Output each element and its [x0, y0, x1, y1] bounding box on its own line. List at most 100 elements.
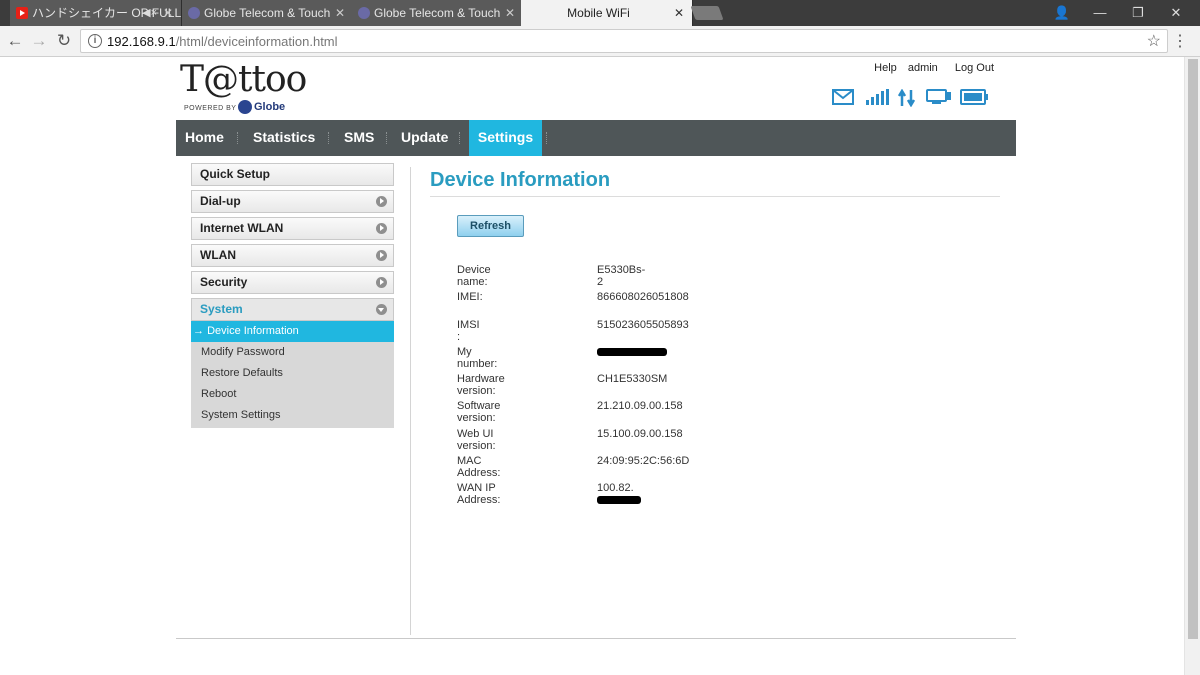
footer-divider: [176, 638, 1016, 639]
url-text: 192.168.9.1/html/deviceinformation.html: [107, 34, 338, 49]
sidebar-item-dial-up[interactable]: Dial-up: [191, 190, 394, 213]
info-label: MAC Address:: [457, 455, 501, 480]
info-label: Hardware version:: [457, 373, 505, 398]
speaker-muted-icon[interactable]: ◀×: [142, 0, 157, 26]
info-label: IMEI:: [457, 291, 483, 304]
info-value: [597, 346, 667, 358]
new-tab-button[interactable]: [690, 6, 724, 20]
sidebar-item-label: Quick Setup: [200, 167, 271, 181]
scrollbar[interactable]: [1184, 57, 1200, 675]
youtube-icon: [16, 7, 28, 19]
url-input[interactable]: i 192.168.9.1/html/deviceinformation.htm…: [80, 29, 1168, 53]
globe-icon: [188, 7, 200, 19]
info-value: 21.210.09.00.158: [597, 400, 683, 413]
chevron-right-icon: [376, 223, 387, 234]
globe-brand: Globe: [238, 100, 285, 114]
close-icon[interactable]: ✕: [163, 0, 173, 26]
logo-text: T@ttoo: [180, 59, 307, 100]
nav-separator: [459, 132, 461, 144]
info-icon[interactable]: i: [88, 34, 102, 48]
browser-tab[interactable]: Globe Telecom & Touch ✕: [182, 0, 354, 26]
nav-separator: [237, 132, 239, 144]
close-icon[interactable]: ✕: [335, 0, 345, 26]
url-host: 192.168.9.1: [107, 34, 176, 49]
admin-label: admin: [907, 62, 938, 74]
battery-icon: [960, 89, 988, 105]
main-nav: Home Statistics SMS Update Settings: [176, 120, 1016, 156]
browser-tab-active[interactable]: Mobile WiFi ✕: [521, 0, 693, 26]
close-icon[interactable]: ✕: [674, 0, 684, 26]
address-bar: ← → ↻ i 192.168.9.1/html/deviceinformati…: [0, 26, 1200, 57]
scrollbar-thumb[interactable]: [1188, 59, 1198, 639]
info-label: Web UI version:: [457, 427, 496, 452]
tab-title: Globe Telecom & Touch: [204, 6, 331, 20]
browser-menu-icon[interactable]: ⋮: [1172, 31, 1188, 51]
sidebar-item-internet-wlan[interactable]: Internet WLAN: [191, 217, 394, 240]
tab-title: ハンドシェイカー OP FULL: [32, 6, 182, 20]
browser-tab[interactable]: Globe Telecom & Touch ✕: [352, 0, 524, 26]
nav-separator: [546, 132, 548, 144]
sidebar-item-label: System: [200, 302, 243, 316]
restore-icon[interactable]: ❐: [1120, 0, 1156, 26]
wan-ip-prefix: 100.82.: [597, 482, 634, 495]
info-label: Software version:: [457, 400, 501, 425]
sidebar-item-label: Dial-up: [200, 194, 241, 208]
arrow-right-icon: →: [193, 325, 208, 337]
info-label: Device name:: [457, 264, 491, 288]
sidebar-item-quick-setup[interactable]: Quick Setup: [191, 163, 394, 186]
close-icon[interactable]: ✕: [505, 0, 515, 26]
info-value: 866608026051808: [597, 291, 689, 304]
submenu-item-reboot[interactable]: Reboot: [191, 384, 394, 405]
nav-settings[interactable]: Settings: [469, 120, 542, 156]
info-value: 24:09:95:2C:56:6D: [597, 455, 690, 468]
redaction-mark: [597, 347, 667, 356]
browser-tab-bar: ハンドシェイカー OP FULL ◀× ✕ Globe Telecom & To…: [0, 0, 1200, 26]
submenu-item-restore-defaults[interactable]: Restore Defaults: [191, 363, 394, 384]
nav-statistics[interactable]: Statistics: [253, 120, 315, 156]
sidebar-item-label: Security: [200, 275, 248, 289]
globe-icon: [358, 7, 370, 19]
forward-icon[interactable]: →: [28, 30, 50, 52]
minimize-icon[interactable]: —: [1082, 0, 1118, 26]
chevron-right-icon: [376, 250, 387, 261]
browser-tab[interactable]: ハンドシェイカー OP FULL ◀× ✕: [10, 0, 182, 26]
mail-icon[interactable]: [832, 89, 854, 105]
close-window-icon[interactable]: ✕: [1158, 0, 1194, 26]
help-link[interactable]: Help: [874, 62, 897, 74]
info-label: My number:: [457, 345, 498, 370]
sidebar-item-label: Internet WLAN: [200, 221, 284, 235]
user-profile-icon[interactable]: 👤: [1044, 0, 1080, 26]
submenu-item-modify-password[interactable]: Modify Password: [191, 342, 394, 363]
info-label: IMSI :: [457, 318, 480, 343]
nav-update[interactable]: Update: [401, 120, 448, 156]
bookmark-star-icon[interactable]: ☆: [1147, 31, 1161, 51]
wifi-device-icon: [926, 89, 951, 104]
submenu-item-label: Device Information: [207, 325, 299, 337]
chevron-right-icon: [376, 196, 387, 207]
page-title: Device Information: [430, 169, 1000, 197]
nav-home[interactable]: Home: [185, 120, 224, 156]
logout-link[interactable]: Log Out: [955, 62, 994, 74]
nav-sms[interactable]: SMS: [344, 120, 374, 156]
chevron-down-icon: [376, 304, 387, 315]
back-icon[interactable]: ←: [4, 30, 26, 52]
submenu-item-system-settings[interactable]: System Settings: [191, 405, 394, 426]
redaction-mark: [597, 496, 641, 505]
submenu-item-device-information[interactable]: → Device Information: [191, 321, 394, 342]
info-value: 100.82.: [597, 482, 641, 506]
reload-icon[interactable]: ↻: [53, 30, 75, 52]
status-icons: [832, 89, 992, 111]
nav-separator: [386, 132, 388, 144]
sidebar-item-wlan[interactable]: WLAN: [191, 244, 394, 267]
vertical-divider: [410, 167, 411, 635]
globe-logo-icon: [238, 100, 252, 114]
refresh-button[interactable]: Refresh: [457, 215, 524, 237]
device-information-panel: Device Information Refresh Device name: …: [430, 169, 1000, 506]
tab-title: Mobile WiFi: [567, 6, 630, 20]
info-value: 515023605505893: [597, 318, 689, 331]
system-submenu: → Device Information Modify Password Res…: [191, 321, 394, 428]
signal-icon: [866, 89, 889, 105]
sidebar-item-security[interactable]: Security: [191, 271, 394, 294]
sidebar-item-system[interactable]: System: [191, 298, 394, 321]
tattoo-logo[interactable]: T@ttoo POWERED BY Globe: [180, 59, 307, 119]
